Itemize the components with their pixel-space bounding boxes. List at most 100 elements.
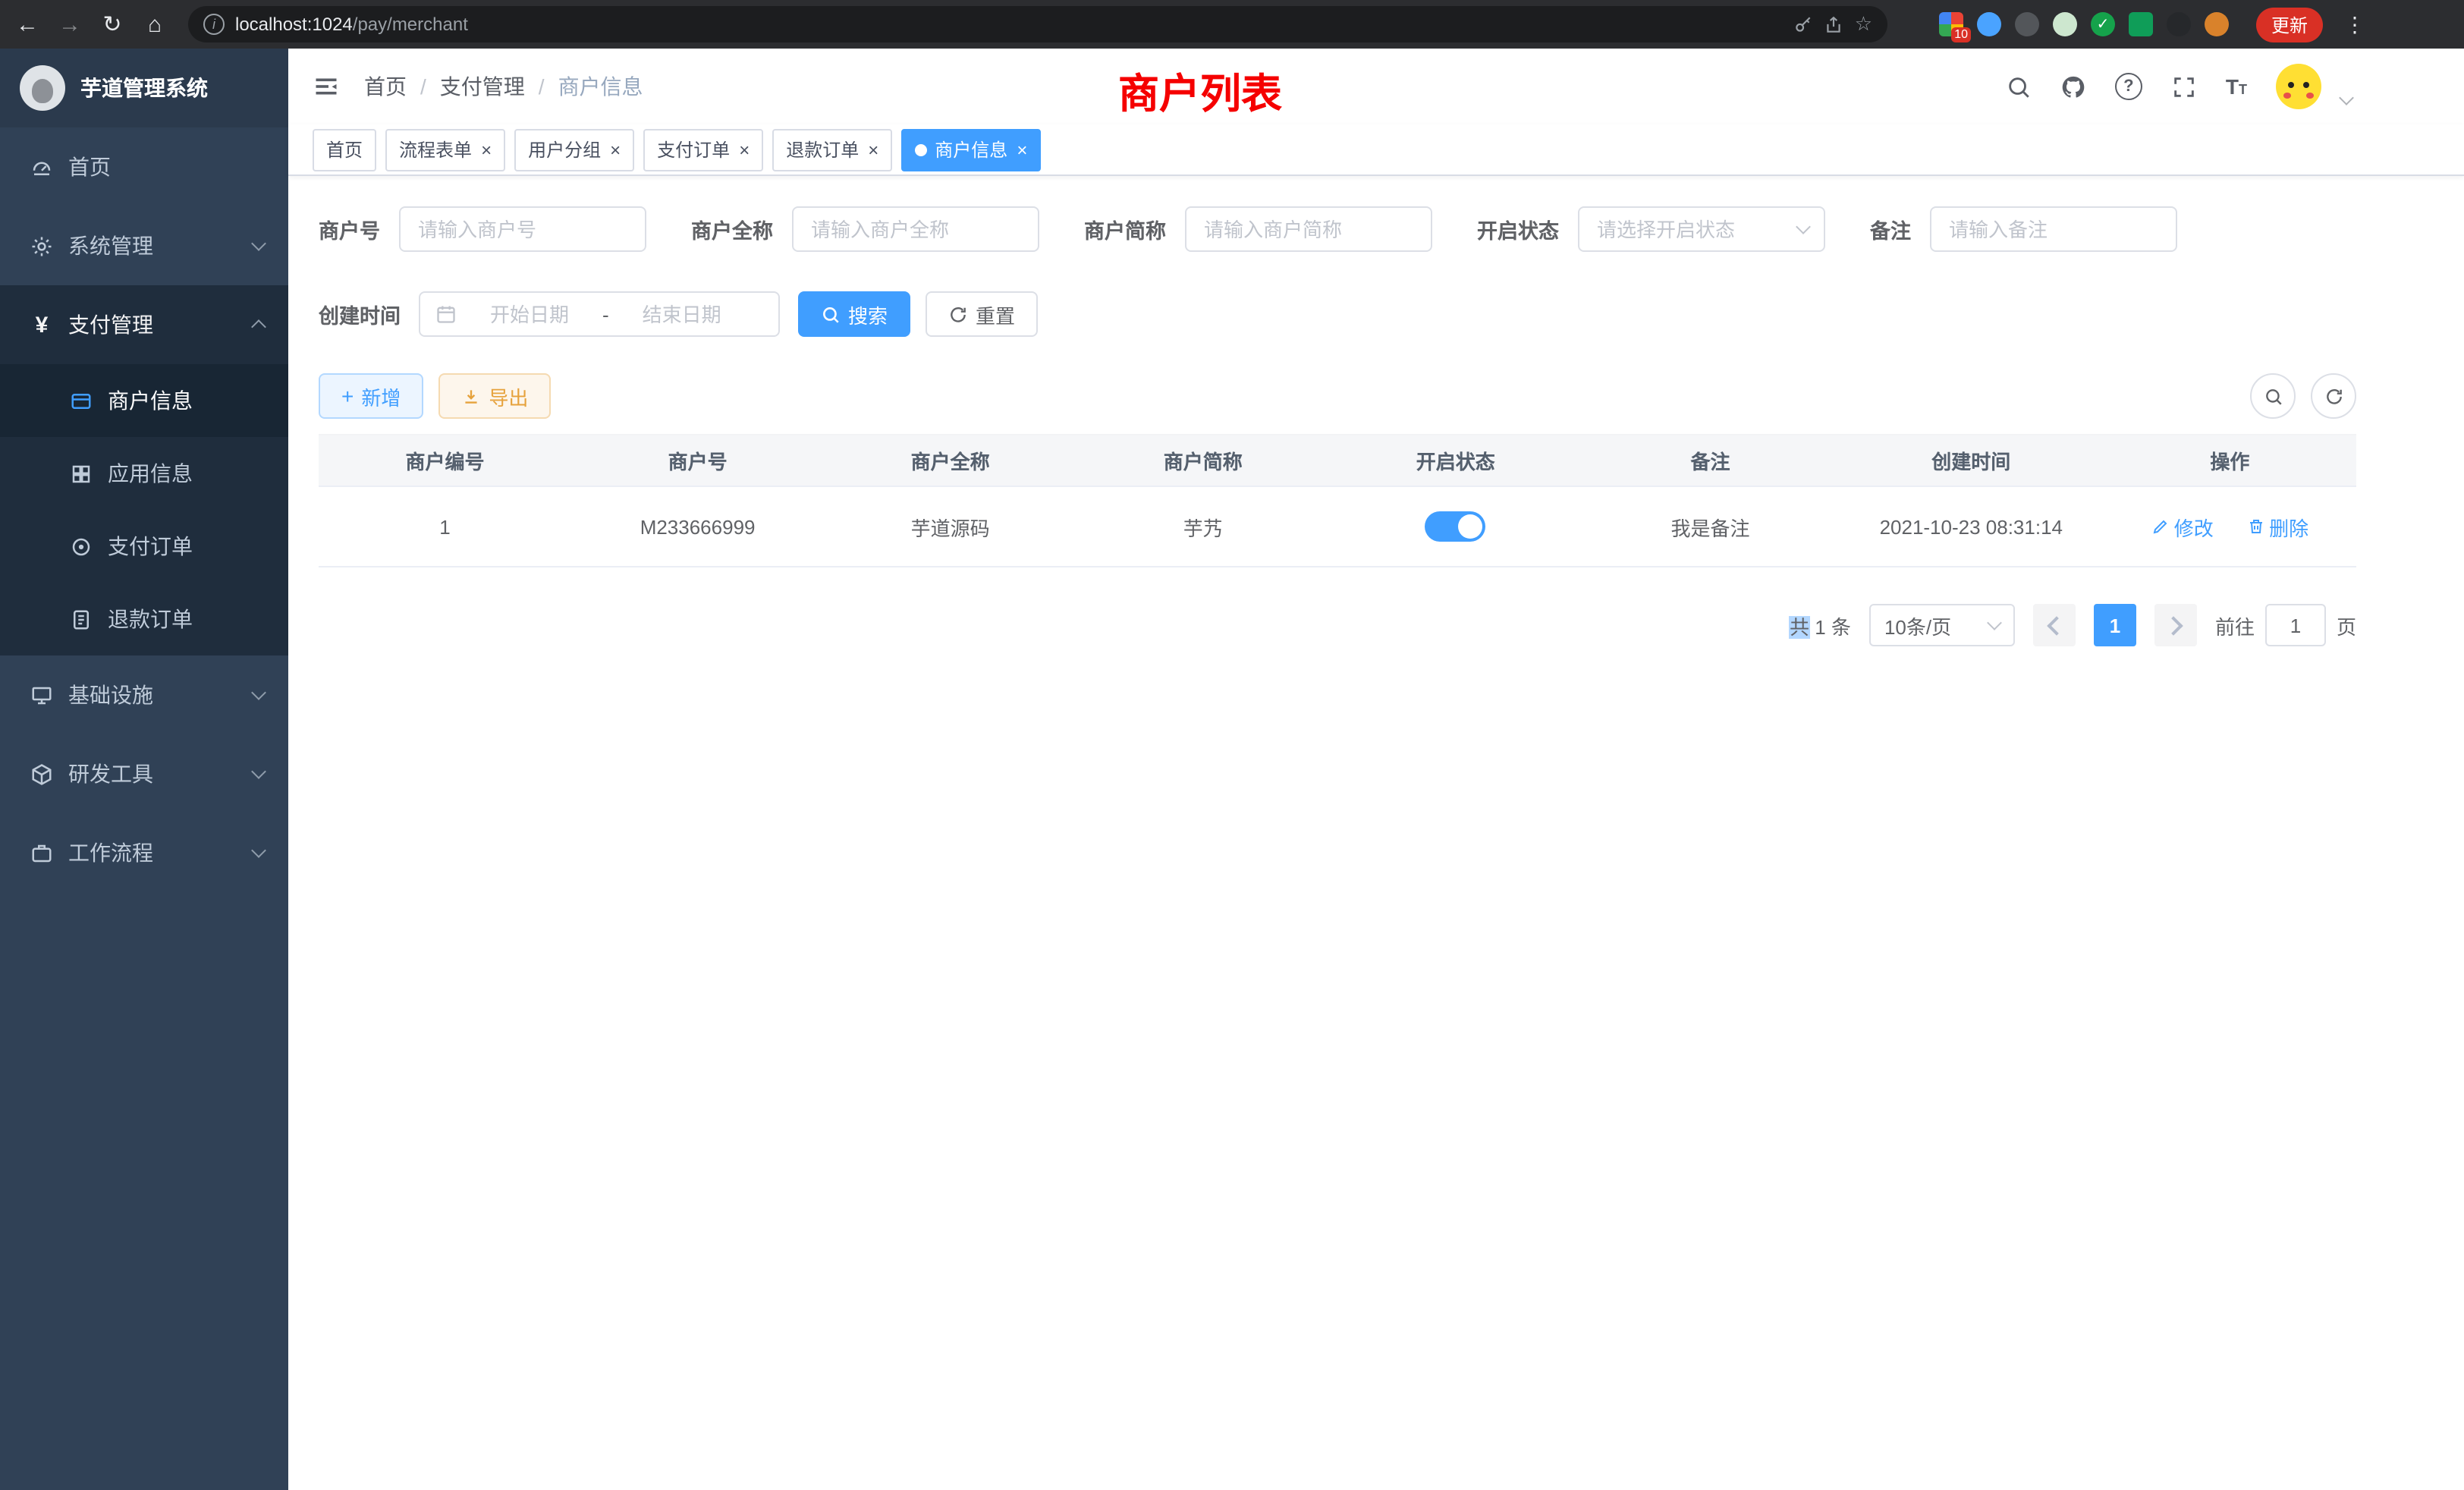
tab-home[interactable]: 首页: [313, 128, 376, 171]
tab-pay-order[interactable]: 支付订单×: [643, 128, 763, 171]
sidebar-item-pay[interactable]: ¥ 支付管理: [0, 285, 288, 364]
logo-avatar: [20, 65, 65, 111]
start-date-input[interactable]: [466, 301, 593, 327]
tab-user-group[interactable]: 用户分组×: [514, 128, 634, 171]
extension-icon-7[interactable]: [2167, 12, 2191, 36]
status-select-input[interactable]: [1594, 216, 1788, 242]
status-select[interactable]: [1577, 206, 1824, 252]
export-button[interactable]: 导出: [438, 373, 551, 419]
sidebar-item-workflow[interactable]: 工作流程: [0, 813, 288, 892]
bookmark-star-icon[interactable]: ☆: [1855, 12, 1872, 36]
page-size-select[interactable]: 10条/页: [1869, 604, 2015, 646]
browser-menu-icon[interactable]: ⋮: [2344, 11, 2365, 37]
extension-badge: 10: [1951, 27, 1971, 42]
goto-page: 前往 页: [2215, 604, 2356, 646]
chevron-down-icon: [1795, 219, 1810, 234]
extension-icon-6[interactable]: [2129, 12, 2153, 36]
full-name-input[interactable]: [808, 216, 1022, 242]
calendar-icon: [435, 303, 457, 325]
app-title: 芋道管理系统: [80, 73, 208, 103]
top-navbar: 首页 / 支付管理 / 商户信息 商户列表 ? TT: [288, 49, 2464, 124]
tab-process-form[interactable]: 流程表单×: [385, 128, 505, 171]
active-dot: [915, 143, 927, 156]
extension-icon-2[interactable]: [1977, 12, 2001, 36]
site-info-icon[interactable]: i: [203, 14, 225, 35]
extension-icon-8[interactable]: [2205, 12, 2229, 36]
refresh-table-button[interactable]: [2311, 373, 2356, 419]
reset-button[interactable]: 重置: [926, 291, 1038, 337]
close-icon[interactable]: ×: [481, 140, 492, 159]
box-icon: [30, 762, 53, 785]
pencil-icon: [2151, 517, 2170, 536]
merchant-no-label: 商户号: [319, 214, 380, 244]
status-toggle[interactable]: [1425, 511, 1486, 542]
cell-remark: 我是备注: [1582, 486, 1838, 567]
sidebar-item-pay-order[interactable]: 支付订单: [0, 510, 288, 583]
sidebar-item-dev-tools[interactable]: 研发工具: [0, 734, 288, 813]
extension-icon-1[interactable]: 10: [1939, 12, 1963, 36]
sidebar-item-infrastructure[interactable]: 基础设施: [0, 655, 288, 734]
cell-create-time: 2021-10-23 08:31:14: [1839, 486, 2104, 567]
fullscreen-icon[interactable]: [2171, 74, 2197, 99]
reload-icon[interactable]: ↻: [97, 13, 127, 36]
extension-icon-5[interactable]: ✓: [2091, 12, 2115, 36]
sidebar-item-app-info[interactable]: 应用信息: [0, 437, 288, 510]
sidebar-item-home[interactable]: 首页: [0, 127, 288, 206]
short-name-input[interactable]: [1201, 216, 1415, 242]
back-icon[interactable]: ←: [12, 13, 42, 36]
current-page-button[interactable]: 1: [2094, 604, 2136, 646]
chevron-down-icon: [251, 236, 266, 251]
home-icon[interactable]: ⌂: [140, 13, 170, 36]
app-logo[interactable]: 芋道管理系统: [0, 49, 288, 127]
remark-input[interactable]: [1946, 216, 2160, 242]
close-icon[interactable]: ×: [1017, 140, 1027, 159]
tab-merchant-info[interactable]: 商户信息×: [901, 128, 1041, 171]
browser-update-button[interactable]: 更新: [2256, 7, 2323, 42]
breadcrumb-home[interactable]: 首页: [364, 71, 407, 102]
avatar-caret-icon[interactable]: [2339, 90, 2354, 105]
share-icon[interactable]: [1824, 14, 1844, 34]
next-page-button[interactable]: [2154, 604, 2197, 646]
tab-refund-order[interactable]: 退款订单×: [772, 128, 892, 171]
grid-icon: [70, 462, 93, 485]
navbar-actions: ? TT: [2006, 64, 2352, 109]
user-avatar[interactable]: [2276, 64, 2321, 109]
cell-full-name: 芋道源码: [824, 486, 1076, 567]
cell-merchant-id: 1: [319, 486, 571, 567]
goto-page-input[interactable]: [2265, 604, 2326, 646]
briefcase-icon: [30, 841, 53, 864]
breadcrumb-pay[interactable]: 支付管理: [440, 71, 525, 102]
github-icon[interactable]: [2060, 74, 2086, 99]
prev-page-button[interactable]: [2033, 604, 2076, 646]
search-button[interactable]: 搜索: [798, 291, 910, 337]
edit-button[interactable]: 修改: [2151, 512, 2214, 541]
toggle-search-button[interactable]: [2250, 373, 2296, 419]
sidebar-item-refund-order[interactable]: 退款订单: [0, 583, 288, 655]
date-range-separator: -: [602, 303, 609, 325]
page-content: 商户号 商户全称 商户简称 开启状态: [288, 176, 2464, 1490]
short-name-input-wrap: [1184, 206, 1432, 252]
chevron-down-icon: [251, 843, 266, 858]
extension-icon-3[interactable]: [2015, 12, 2039, 36]
delete-button[interactable]: 删除: [2246, 512, 2308, 541]
extensions-area: 10 ✓: [1939, 12, 2229, 36]
add-button[interactable]: + 新增: [319, 373, 423, 419]
font-size-icon[interactable]: TT: [2226, 76, 2247, 97]
help-icon[interactable]: ?: [2115, 73, 2142, 100]
close-icon[interactable]: ×: [739, 140, 750, 159]
sidebar-item-system[interactable]: 系统管理: [0, 206, 288, 285]
search-icon[interactable]: [2006, 74, 2032, 99]
sidebar-fold-icon[interactable]: [313, 73, 340, 100]
address-bar[interactable]: i localhost:1024/pay/merchant ☆: [188, 6, 1887, 42]
sidebar-item-merchant-info[interactable]: 商户信息: [0, 364, 288, 437]
yen-icon: ¥: [30, 313, 53, 336]
extension-icon-4[interactable]: [2053, 12, 2077, 36]
close-icon[interactable]: ×: [610, 140, 621, 159]
col-remark: 备注: [1582, 435, 1838, 486]
end-date-input[interactable]: [618, 301, 746, 327]
date-range-picker[interactable]: -: [419, 291, 780, 337]
merchant-no-input[interactable]: [415, 216, 629, 242]
forward-icon[interactable]: →: [55, 13, 85, 36]
key-icon[interactable]: [1794, 14, 1814, 34]
close-icon[interactable]: ×: [868, 140, 878, 159]
